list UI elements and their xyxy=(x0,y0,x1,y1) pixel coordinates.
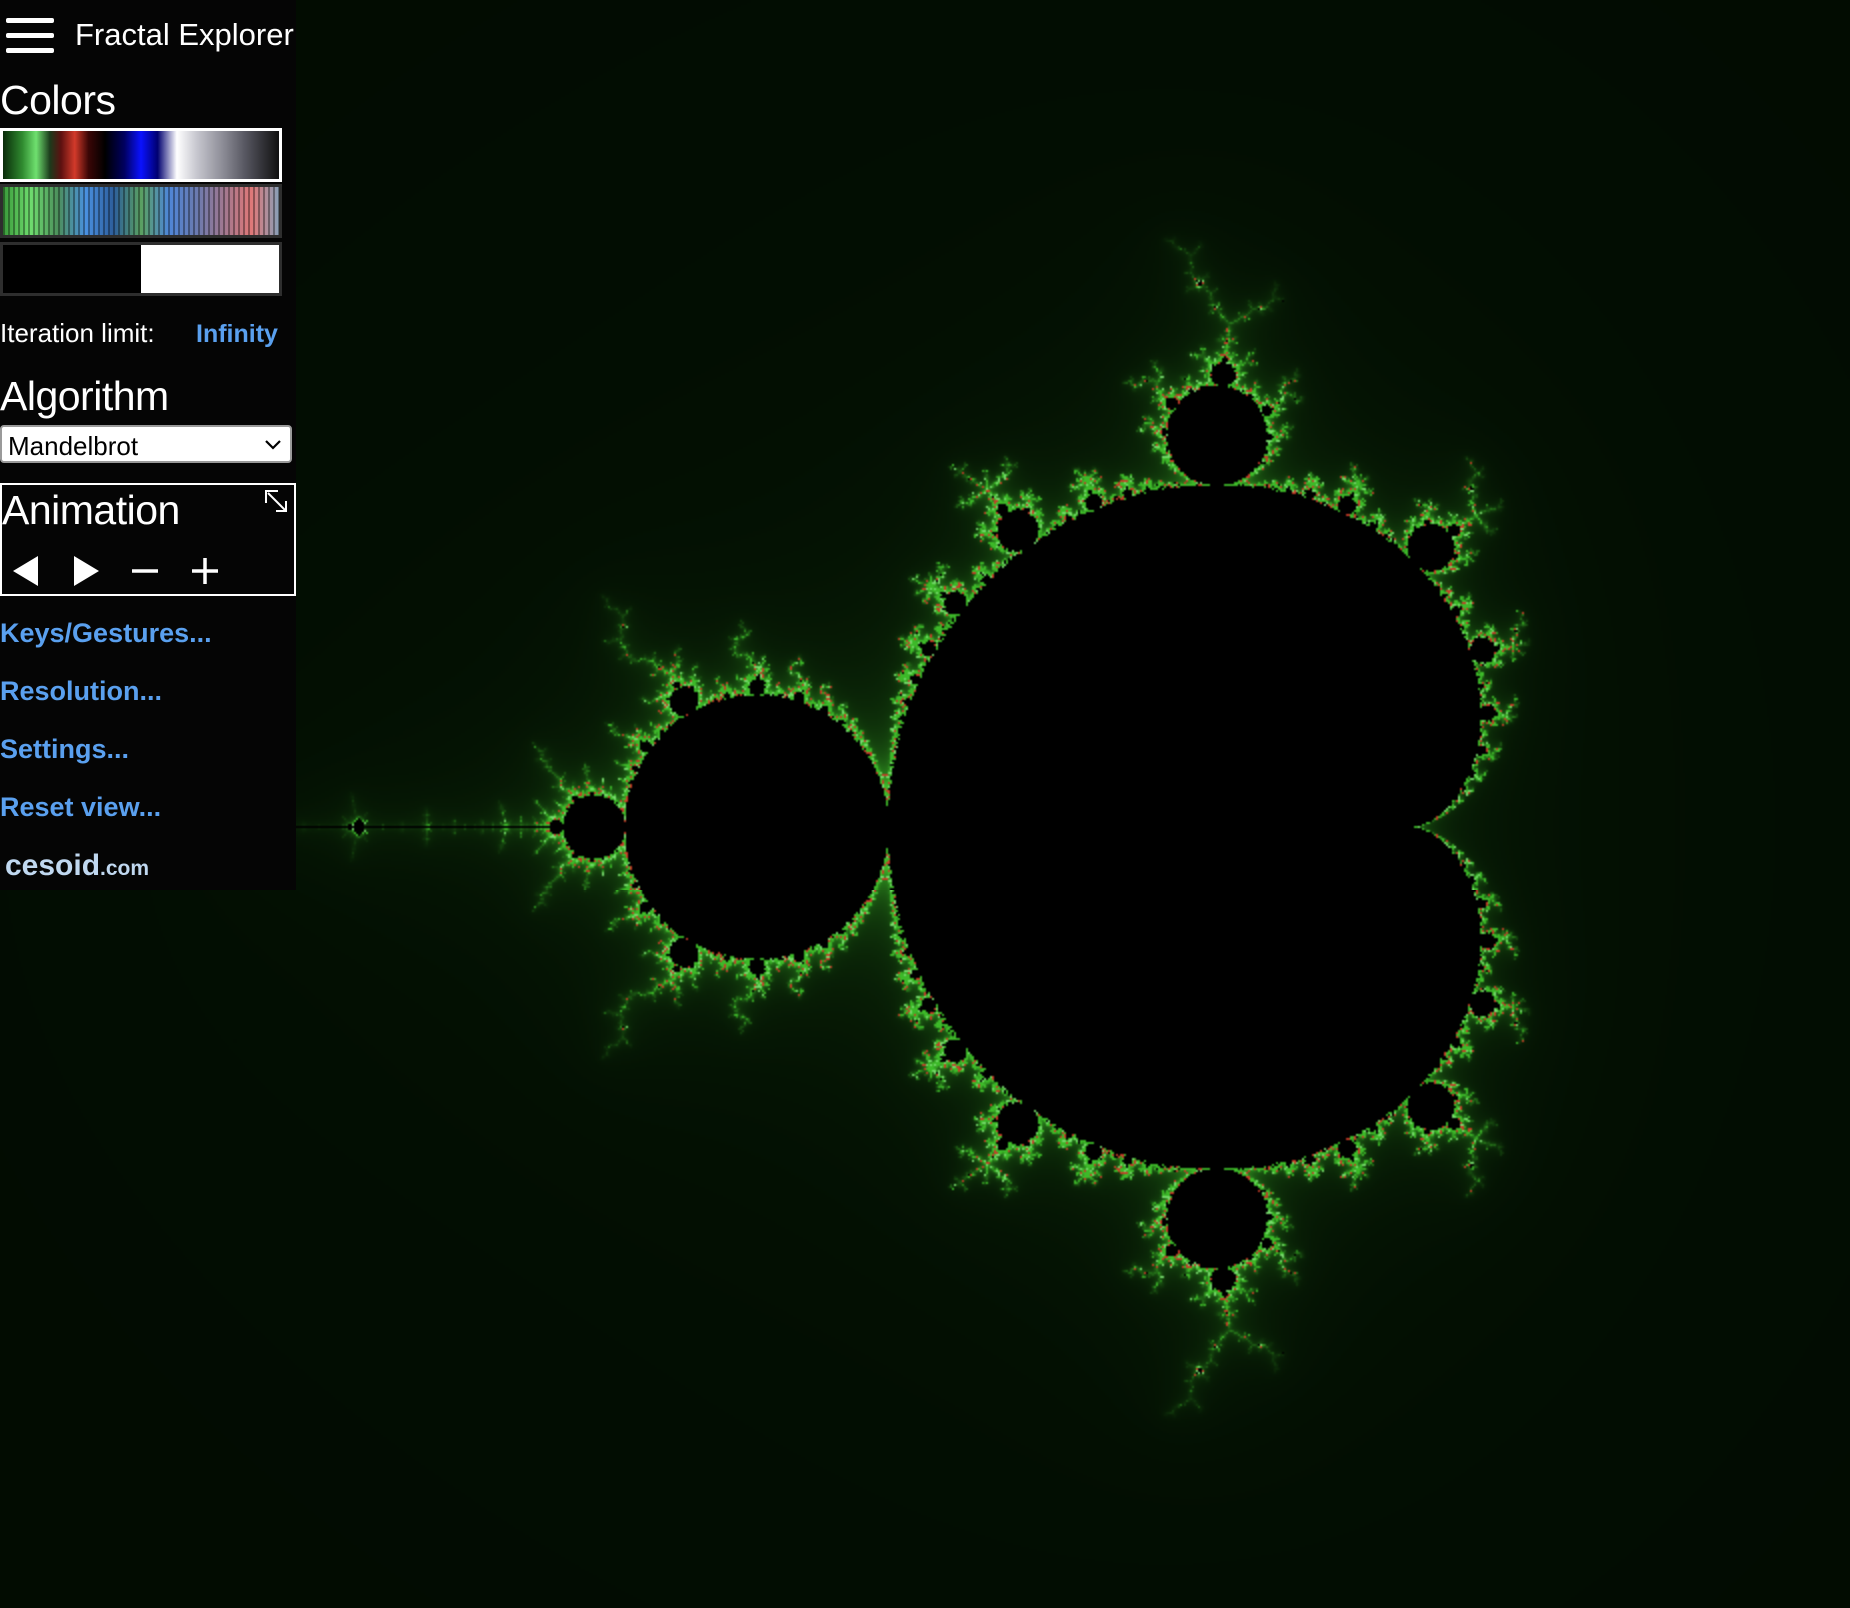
brand-link[interactable]: cesoid.com xyxy=(5,849,149,883)
brand-name: cesoid xyxy=(5,849,101,882)
expand-arrow-icon[interactable] xyxy=(264,489,290,515)
settings-link[interactable]: Settings... xyxy=(0,734,129,765)
algorithm-select-value: Mandelbrot xyxy=(8,431,139,461)
chevron-down-icon xyxy=(265,440,281,450)
iteration-limit-value[interactable]: Infinity xyxy=(196,320,278,349)
faster-plus-icon[interactable] xyxy=(187,553,223,589)
play-backward-icon[interactable] xyxy=(8,553,44,589)
brand-suffix: .com xyxy=(100,857,150,880)
hamburger-menu-icon[interactable] xyxy=(6,18,54,54)
algorithm-select[interactable]: Mandelbrot xyxy=(0,425,292,463)
iteration-limit-row: Iteration limit: Infinity xyxy=(0,318,296,352)
iteration-limit-label: Iteration limit: xyxy=(0,318,155,348)
palette-black-white[interactable] xyxy=(0,242,282,296)
palette-striped[interactable] xyxy=(0,184,282,238)
animation-heading: Animation xyxy=(2,487,180,533)
palette-rainbow[interactable] xyxy=(0,128,282,182)
resolution-link[interactable]: Resolution... xyxy=(0,676,162,707)
colors-heading: Colors xyxy=(0,77,116,123)
app-title: Fractal Explorer xyxy=(75,17,294,52)
slower-minus-icon[interactable] xyxy=(127,553,163,589)
reset-view-link[interactable]: Reset view... xyxy=(0,792,161,823)
algorithm-heading: Algorithm xyxy=(0,373,169,419)
control-panel: Fractal Explorer Colors Iteration limit:… xyxy=(0,0,296,890)
play-forward-icon[interactable] xyxy=(68,553,104,589)
animation-panel: Animation xyxy=(0,483,296,596)
keys-gestures-link[interactable]: Keys/Gestures... xyxy=(0,618,212,649)
